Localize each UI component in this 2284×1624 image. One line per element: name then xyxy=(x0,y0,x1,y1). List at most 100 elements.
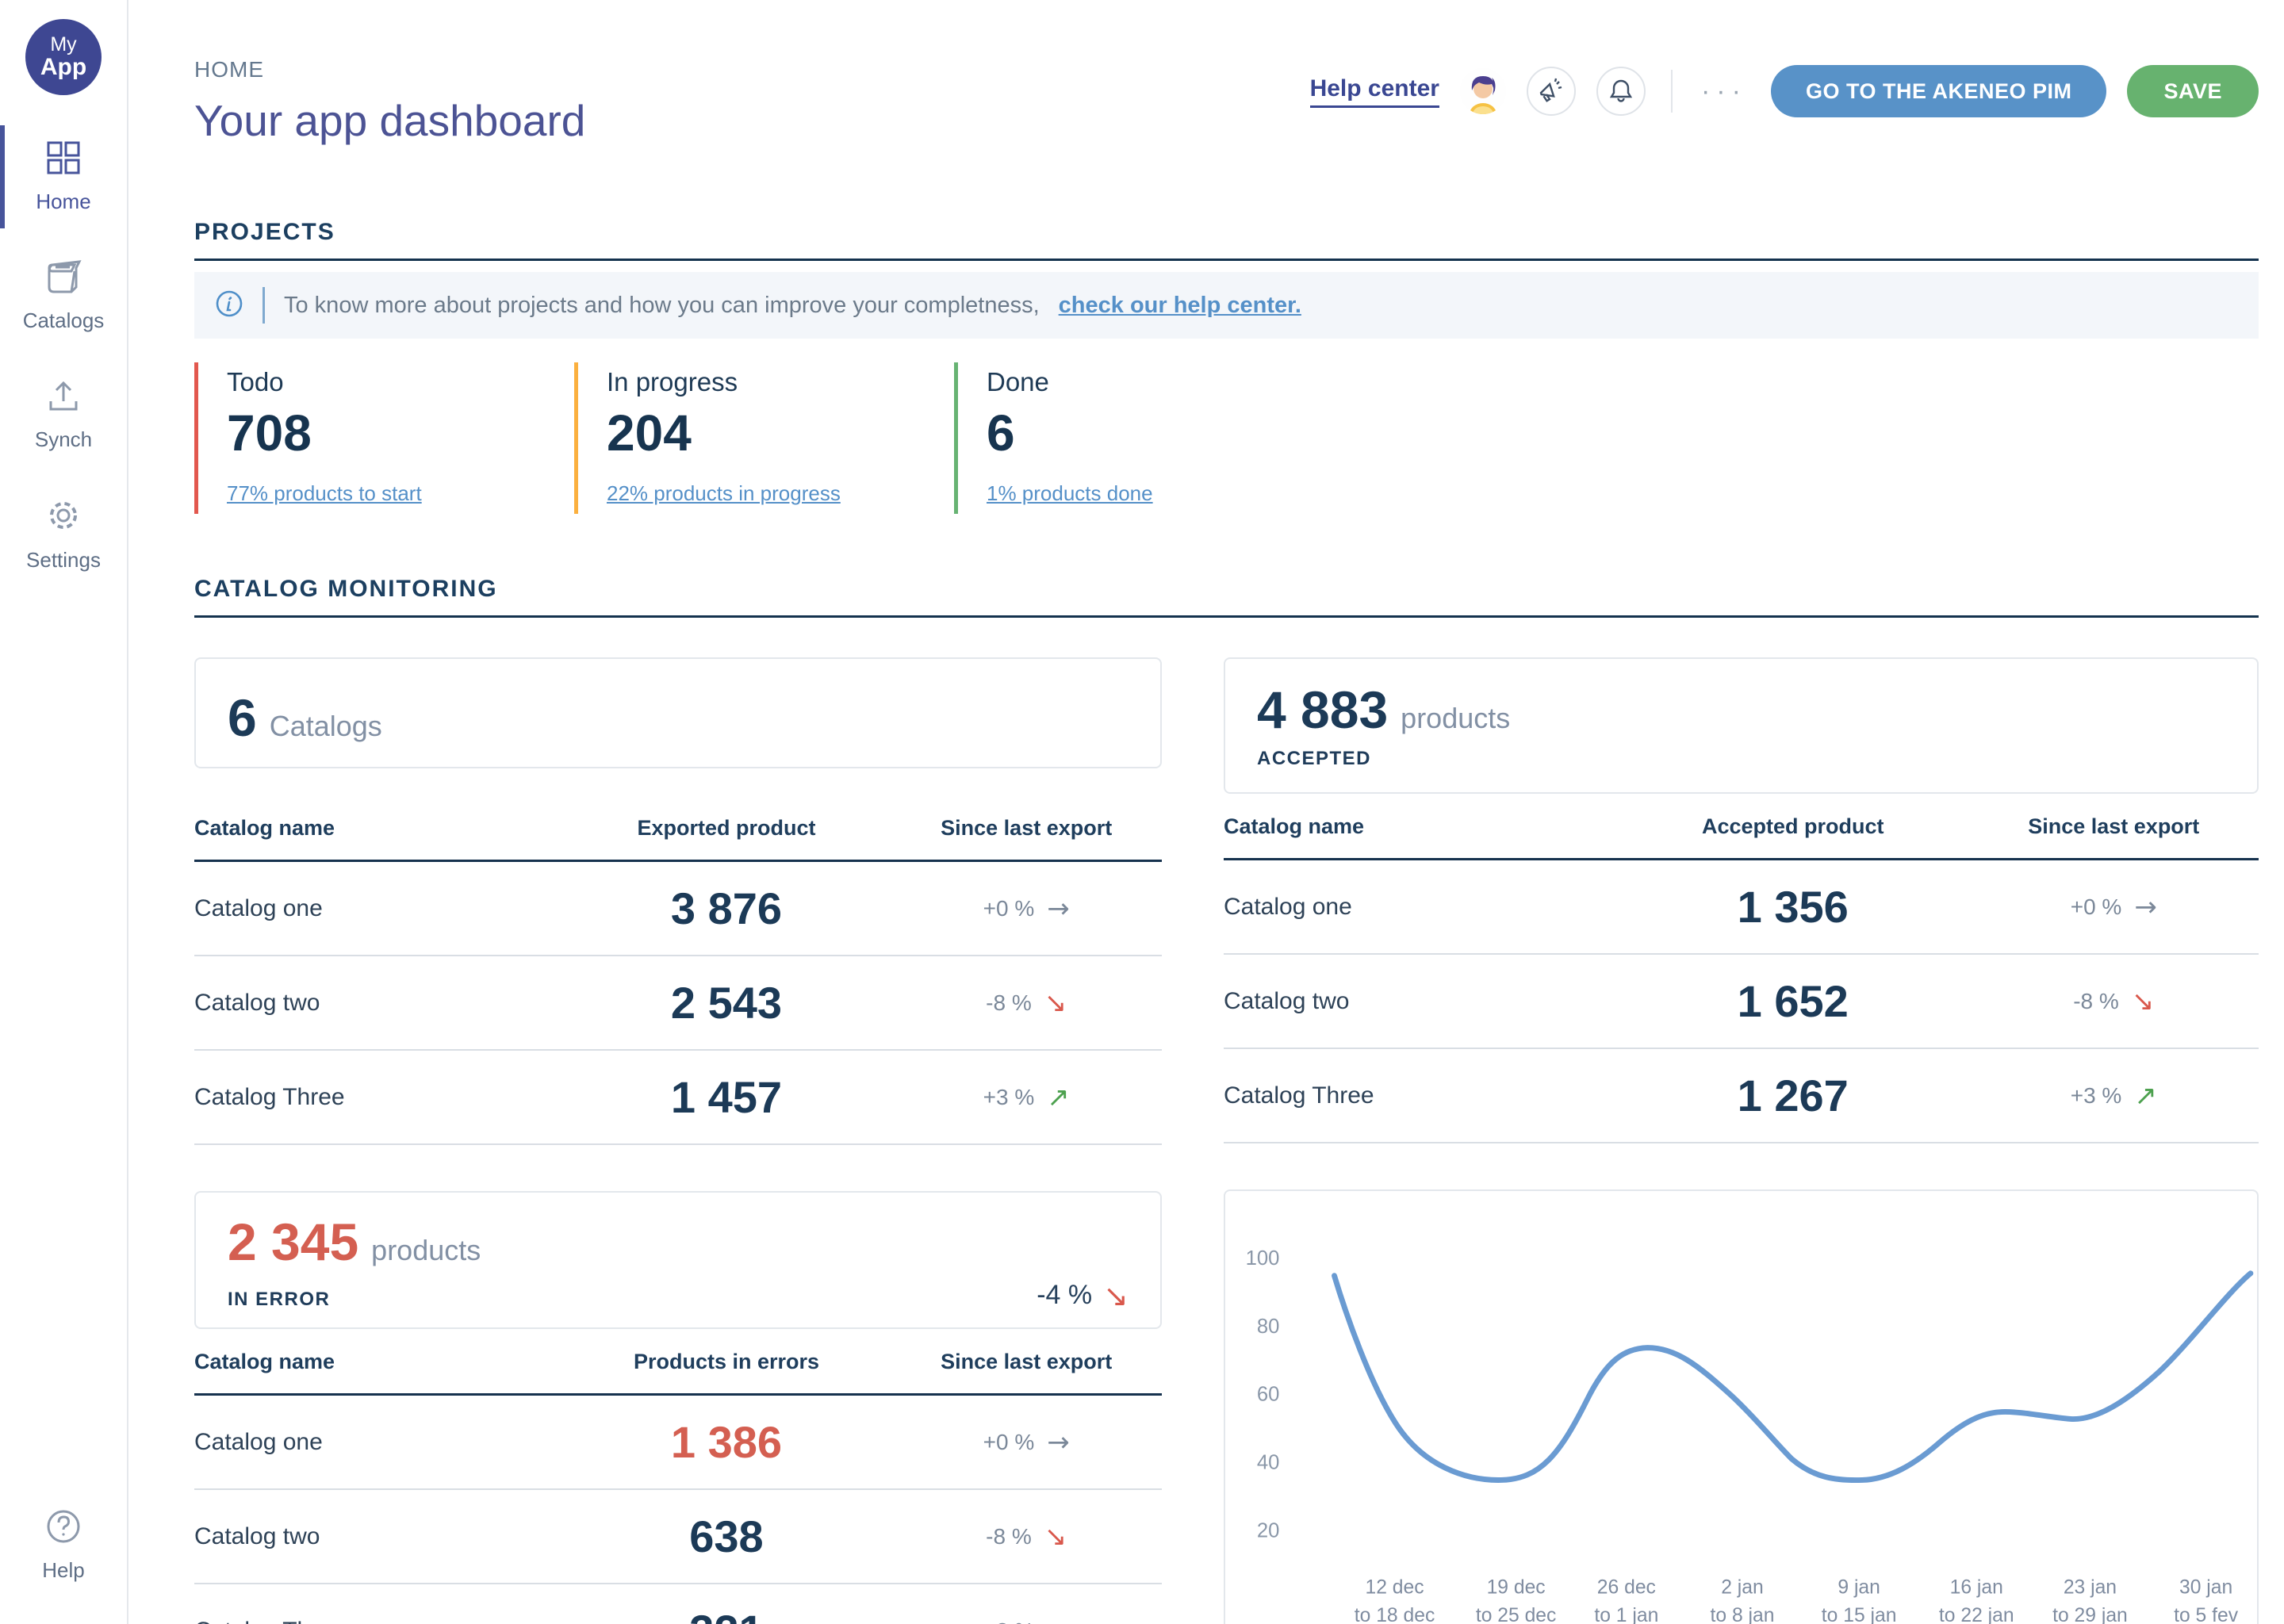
app-dashboard-page: My App Home xyxy=(0,0,2284,1624)
sidebar-item-help[interactable]: Help xyxy=(0,1508,127,1583)
table-header: Catalog name Exported product Since last… xyxy=(194,816,1162,862)
catalogs-count: 6 xyxy=(228,688,257,748)
upload-icon xyxy=(44,377,82,418)
delta-cell: +3 % ↗ xyxy=(891,1618,1162,1624)
sidebar-item-home[interactable]: Home xyxy=(0,140,127,214)
x-label: 2 jan xyxy=(1721,1577,1764,1599)
sidebar-item-label: Synch xyxy=(35,427,92,452)
y-tick: 20 xyxy=(1257,1520,1280,1542)
error-count: 321 xyxy=(562,1605,891,1624)
table-row: Catalog one 3 876 +0 % → xyxy=(194,862,1162,956)
stat-label: Todo xyxy=(227,367,546,397)
sidebar-item-catalogs[interactable]: Catalogs xyxy=(0,259,127,333)
delta-cell: +0 % → xyxy=(1969,894,2259,921)
table-row: Catalog Three 1 267 +3 % ↗ xyxy=(1224,1049,2259,1143)
trend-down-icon: ↘ xyxy=(1044,990,1067,1017)
x-label: to 18 dec xyxy=(1355,1605,1435,1624)
exported-count: 1 457 xyxy=(562,1071,891,1123)
save-button[interactable]: SAVE xyxy=(2127,65,2259,117)
trend-down-icon: ↘ xyxy=(1044,1523,1067,1550)
exported-count: 2 543 xyxy=(562,977,891,1028)
y-tick: 100 xyxy=(1246,1247,1280,1270)
catalogs-unit: Catalogs xyxy=(270,710,382,743)
delta-value: -8 % xyxy=(2073,989,2119,1014)
table-row: Catalog two 2 543 -8 % ↘ xyxy=(194,956,1162,1051)
col-since-last-export: Since last export xyxy=(1969,814,2259,839)
user-avatar[interactable] xyxy=(1460,68,1506,114)
more-options-button[interactable]: ··· xyxy=(1698,76,1750,107)
accepted-tag: ACCEPTED xyxy=(1257,748,2225,770)
catalogs-count-card: 6 Catalogs xyxy=(194,657,1162,768)
projects-info-banner: To know more about projects and how you … xyxy=(194,272,2259,339)
trend-flat-icon: → xyxy=(2134,894,2157,921)
table-row: Catalog Three 1 457 +3 % ↗ xyxy=(194,1051,1162,1145)
error-products-unit: products xyxy=(371,1234,481,1267)
accepted-count: 1 267 xyxy=(1617,1070,1969,1121)
delta-cell: +3 % ↗ xyxy=(1969,1082,2259,1109)
col-accepted-product: Accepted product xyxy=(1617,814,1969,839)
trend-up-icon: ↗ xyxy=(1047,1084,1070,1111)
catalog-right-column: 4 883 products ACCEPTED Catalog name Acc… xyxy=(1224,657,2259,1624)
sidebar: My App Home xyxy=(0,0,128,1624)
y-tick: 40 xyxy=(1257,1452,1280,1474)
trend-flat-icon: → xyxy=(1047,895,1070,922)
breadcrumb: HOME xyxy=(194,57,585,82)
help-question-icon xyxy=(45,1508,82,1549)
trend-down-icon: ↘ xyxy=(2132,988,2155,1015)
products-in-error-card: 2 345 products IN ERROR -4 % ↘ xyxy=(194,1191,1162,1329)
sidebar-item-synch[interactable]: Synch xyxy=(0,377,127,452)
error-delta: -4 % ↘ xyxy=(1037,1280,1129,1311)
accepted-products-count: 4 883 xyxy=(1257,680,1388,740)
banner-divider xyxy=(263,287,265,324)
help-center-link[interactable]: Help center xyxy=(1310,75,1439,108)
delta-value: +0 % xyxy=(2071,894,2122,920)
topbar-left: HOME Your app dashboard xyxy=(194,57,585,146)
col-since-last-export: Since last export xyxy=(891,1350,1162,1374)
section-rule xyxy=(194,615,2259,618)
section-rule xyxy=(194,259,2259,261)
delta-value: +3 % xyxy=(2071,1083,2122,1109)
trend-line xyxy=(1335,1274,2251,1480)
topbar-actions: Help center xyxy=(1310,65,2259,117)
app-logo-line1: My xyxy=(50,34,76,55)
announcements-button[interactable] xyxy=(1527,67,1576,116)
sidebar-item-settings[interactable]: Settings xyxy=(0,496,127,573)
catalog-name: Catalog two xyxy=(194,990,562,1017)
app-logo[interactable]: My App xyxy=(25,19,102,95)
banner-help-center-link[interactable]: check our help center. xyxy=(1059,293,1301,319)
app-logo-line2: App xyxy=(40,55,86,80)
col-catalog-name: Catalog name xyxy=(194,1350,562,1374)
table-row: Catalog one 1 386 +0 % → xyxy=(194,1396,1162,1490)
go-to-akeneo-pim-button[interactable]: GO TO THE AKENEO PIM xyxy=(1771,65,2107,117)
x-label: to 5 fev xyxy=(2174,1605,2239,1624)
x-label: to 1 jan xyxy=(1594,1605,1658,1624)
banner-text: To know more about projects and how you … xyxy=(284,293,1040,319)
stat-link-done[interactable]: 1% products done xyxy=(987,481,1153,506)
stat-done: Done 6 1% products done xyxy=(954,362,1306,514)
trend-up-icon: ↗ xyxy=(2134,1082,2157,1109)
delta-cell: +3 % ↗ xyxy=(891,1084,1162,1111)
notifications-bell-button[interactable] xyxy=(1596,67,1646,116)
products-trend-chart-card: 100 80 60 40 20 12 dec to 18 dec 19 dec … xyxy=(1224,1189,2259,1624)
catalog-name: Catalog Three xyxy=(1224,1082,1617,1109)
stat-todo: Todo 708 77% products to start xyxy=(194,362,546,514)
projects-section-title: PROJECTS xyxy=(194,219,2259,246)
projects-section: PROJECTS To know more about projects and… xyxy=(194,219,2259,514)
col-since-last-export: Since last export xyxy=(891,816,1162,841)
catalog-name: Catalog one xyxy=(1224,894,1617,921)
x-label: 19 dec xyxy=(1487,1577,1546,1599)
delta-cell: +0 % → xyxy=(891,1429,1162,1456)
stat-link-in-progress[interactable]: 22% products in progress xyxy=(607,481,841,506)
table-header: Catalog name Accepted product Since last… xyxy=(1224,814,2259,860)
col-exported-product: Exported product xyxy=(562,816,891,841)
stat-value: 6 xyxy=(987,404,1306,462)
col-catalog-name: Catalog name xyxy=(194,816,562,841)
catalog-name: Catalog two xyxy=(1224,988,1617,1015)
table-row: Catalog two 1 652 -8 % ↘ xyxy=(1224,955,2259,1049)
x-label: 12 dec xyxy=(1366,1577,1424,1599)
trend-up-icon: ↗ xyxy=(1047,1618,1070,1624)
accepted-products-card: 4 883 products ACCEPTED xyxy=(1224,657,2259,794)
stat-link-todo[interactable]: 77% products to start xyxy=(227,481,422,506)
home-grid-icon xyxy=(45,140,82,180)
x-label: to 25 dec xyxy=(1476,1605,1557,1624)
